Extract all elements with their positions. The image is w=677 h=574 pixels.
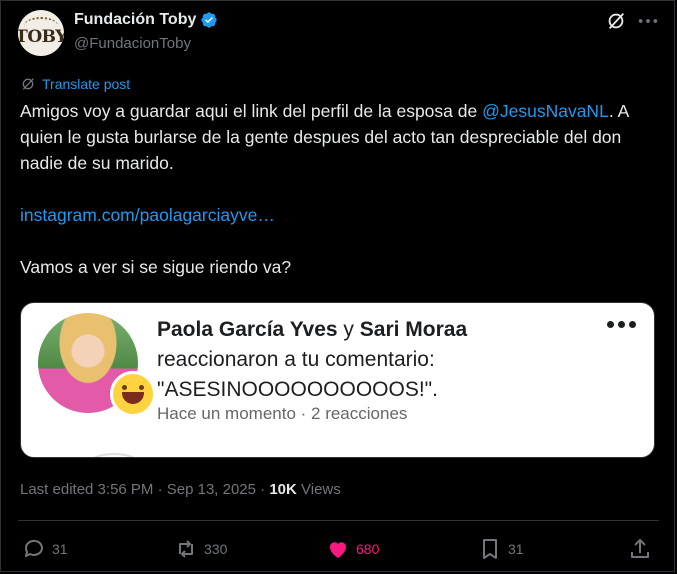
repost-count: 330 <box>204 541 228 557</box>
partial-avatar <box>87 453 141 457</box>
laughing-emoji-icon <box>110 371 156 417</box>
reply-count: 31 <box>52 541 68 557</box>
divider <box>18 520 659 521</box>
emoji-mouth <box>122 392 144 404</box>
share-button[interactable] <box>628 537 652 561</box>
notification-time: Hace un momento · 2 reacciones <box>157 404 408 423</box>
repost-button[interactable]: 330 <box>174 537 227 561</box>
post-text: Amigos voy a guardar aqui el link del pe… <box>20 98 650 280</box>
mention-link[interactable]: @JesusNavaNL <box>482 101 609 121</box>
post-paragraph: Amigos voy a guardar aqui el link del pe… <box>20 98 650 176</box>
views-label: Views <box>296 481 341 498</box>
translate-post-link[interactable]: Translate post <box>20 76 130 92</box>
edited-timestamp[interactable]: Last edited 3:56 PM · Sep 13, 2025 · <box>20 481 269 498</box>
media-more-icon <box>607 321 636 328</box>
avatar-logo-arc <box>24 17 58 35</box>
avatar[interactable]: TOBY <box>18 10 64 56</box>
repost-icon <box>179 540 193 558</box>
top-actions <box>605 10 659 32</box>
bookmark-icon <box>483 539 497 559</box>
comment-text: "ASESINOOOOOOOOOOS!". <box>157 378 438 401</box>
author-handle[interactable]: @FundacionToby <box>74 35 191 52</box>
connector-text: y <box>337 318 360 341</box>
translate-label[interactable]: Translate post <box>42 76 130 92</box>
reply-button[interactable]: 31 <box>22 537 68 561</box>
action-bar: 31 330 680 31 <box>22 537 652 561</box>
share-icon <box>631 539 649 558</box>
author-name[interactable]: Fundación Toby <box>74 11 196 29</box>
bookmark-count: 31 <box>508 541 524 557</box>
author-name-row[interactable]: Fundación Toby <box>74 11 218 29</box>
reactor-name-2: Sari Moraa <box>359 318 468 341</box>
like-button[interactable]: 680 <box>326 537 379 561</box>
instagram-link[interactable]: instagram.com/paolagarciayve… <box>20 205 275 225</box>
reply-icon <box>24 539 43 557</box>
bookmark-button[interactable]: 31 <box>478 537 524 561</box>
post-meta: Last edited 3:56 PM · Sep 13, 2025 · 10K… <box>20 481 341 498</box>
emoji-eyes <box>122 385 144 390</box>
reaction-text: reaccionaron a tu comentario: <box>157 348 435 371</box>
reactor-name-1: Paola García Yves <box>157 318 338 341</box>
views-count: 10K <box>269 481 297 498</box>
post-closing-line: Vamos a ver si se sigue riendo va? <box>20 257 292 277</box>
media-image[interactable]: Paola García Yves y Sari Moraa reacciona… <box>20 302 655 458</box>
notification-text: Paola García Yves y Sari Moraa reacciona… <box>157 315 577 405</box>
verified-badge-icon <box>201 12 218 28</box>
heart-icon <box>329 542 347 558</box>
like-count: 680 <box>356 541 380 557</box>
grok-icon[interactable] <box>605 10 627 32</box>
post-text-prefix: Amigos voy a guardar aqui el link del pe… <box>20 101 478 121</box>
translate-icon <box>22 78 34 90</box>
more-options-icon[interactable] <box>637 10 659 32</box>
